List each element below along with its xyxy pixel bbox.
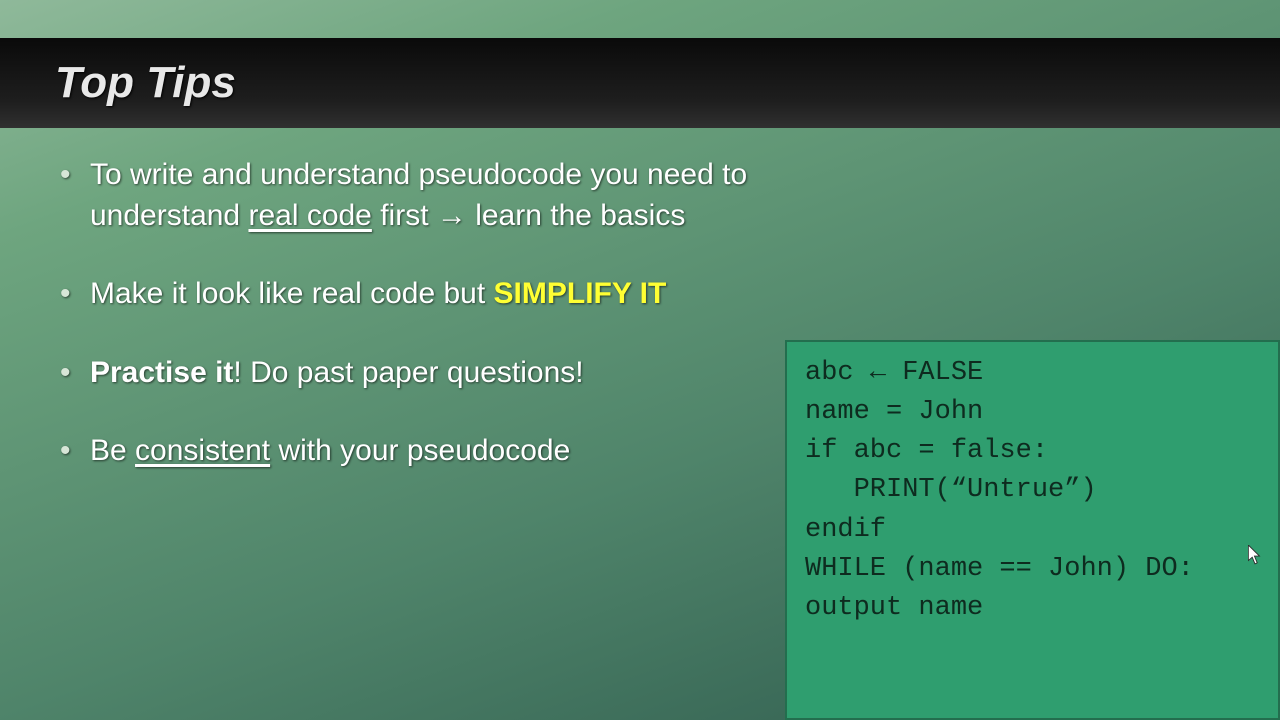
- code-l1a: abc: [805, 358, 870, 388]
- code-line-9: output name: [805, 589, 1260, 628]
- code-line-8: WHILE (name == John) DO:: [805, 550, 1260, 589]
- bullet-3: Practise it! Do past paper questions!: [55, 353, 875, 394]
- bullet-list: To write and understand pseudocode you n…: [55, 155, 875, 472]
- bullet-3-bold: Practise it: [90, 356, 233, 389]
- bullet-4-underline: consistent: [135, 434, 270, 467]
- code-line-2: name = John: [805, 393, 1260, 432]
- bullet-list-container: To write and understand pseudocode you n…: [55, 155, 875, 510]
- pseudocode-box: abc ← FALSEname = Johnif abc = false: PR…: [785, 340, 1280, 720]
- arrow-icon: →: [437, 199, 467, 232]
- title-bar: Top Tips: [0, 38, 1280, 128]
- cursor-icon: [1248, 545, 1262, 565]
- bullet-4-text-a: Be: [90, 434, 135, 467]
- bullet-1-text-b: first: [372, 199, 437, 232]
- bullet-1-underline: real code: [248, 199, 371, 232]
- code-line-5: PRINT(“Untrue”): [805, 471, 1260, 510]
- left-arrow-icon: ←: [870, 358, 886, 388]
- bullet-3-rest: ! Do past paper questions!: [233, 356, 583, 389]
- bullet-1-text-c: learn the basics: [467, 199, 685, 232]
- code-l1b: FALSE: [886, 358, 983, 388]
- bullet-2: Make it look like real code but SIMPLIFY…: [55, 274, 875, 315]
- bullet-4: Be consistent with your pseudocode: [55, 431, 875, 472]
- bullet-1: To write and understand pseudocode you n…: [55, 155, 875, 236]
- code-line-1: abc ← FALSE: [805, 354, 1260, 393]
- bullet-2-highlight: SIMPLIFY IT: [494, 277, 667, 310]
- code-line-4: if abc = false:: [805, 432, 1260, 471]
- slide-title: Top Tips: [55, 58, 236, 108]
- bullet-4-text-b: with your pseudocode: [270, 434, 570, 467]
- code-line-6: endif: [805, 511, 1260, 550]
- bullet-2-text-a: Make it look like real code but: [90, 277, 494, 310]
